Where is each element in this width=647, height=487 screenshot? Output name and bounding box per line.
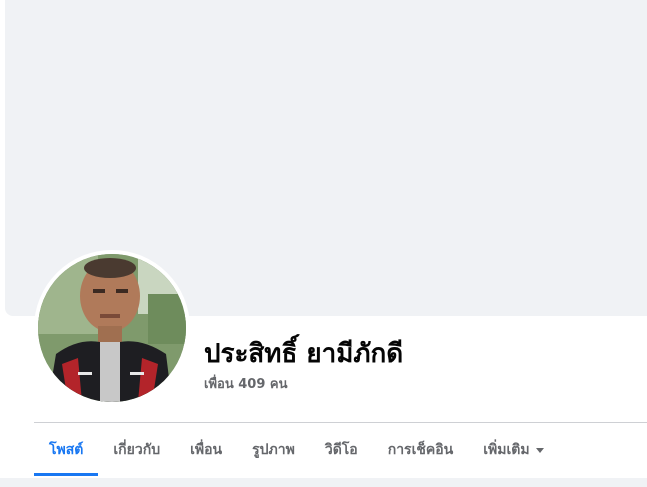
tab-checkins[interactable]: การเช็คอิน [373, 424, 469, 476]
tab-about[interactable]: เกี่ยวกับ [98, 424, 175, 476]
profile-picture[interactable] [38, 254, 186, 402]
tab-checkins-label: การเช็คอิน [387, 442, 454, 458]
caret-down-icon [535, 447, 544, 453]
profile-photo-image [38, 254, 186, 402]
tabs-divider [34, 422, 647, 423]
tab-videos-label: วิดีโอ [324, 442, 358, 458]
tab-friends-label: เพื่อน [190, 442, 223, 458]
tab-photos-label: รูปภาพ [252, 442, 295, 458]
tab-more-label: เพิ่มเติม [483, 442, 530, 458]
profile-picture-frame[interactable] [34, 250, 190, 406]
tab-posts[interactable]: โพสต์ [34, 424, 99, 476]
profile-tabs: โพสต์ เกี่ยวกับ เพื่อน รูปภาพ วิดีโอ การ… [34, 424, 559, 476]
tab-more[interactable]: เพิ่มเติม [468, 424, 558, 476]
tab-photos[interactable]: รูปภาพ [237, 424, 310, 476]
tab-videos[interactable]: วิดีโอ [310, 424, 373, 476]
tab-posts-label: โพสต์ [49, 442, 84, 458]
profile-name: ประสิทธิ์ ยามีภักดี [204, 339, 404, 369]
tab-about-label: เกี่ยวกับ [113, 442, 161, 458]
friends-count-link[interactable]: เพื่อน 409 คน [204, 375, 287, 395]
tab-friends[interactable]: เพื่อน [175, 424, 237, 476]
bottom-band [0, 478, 647, 487]
